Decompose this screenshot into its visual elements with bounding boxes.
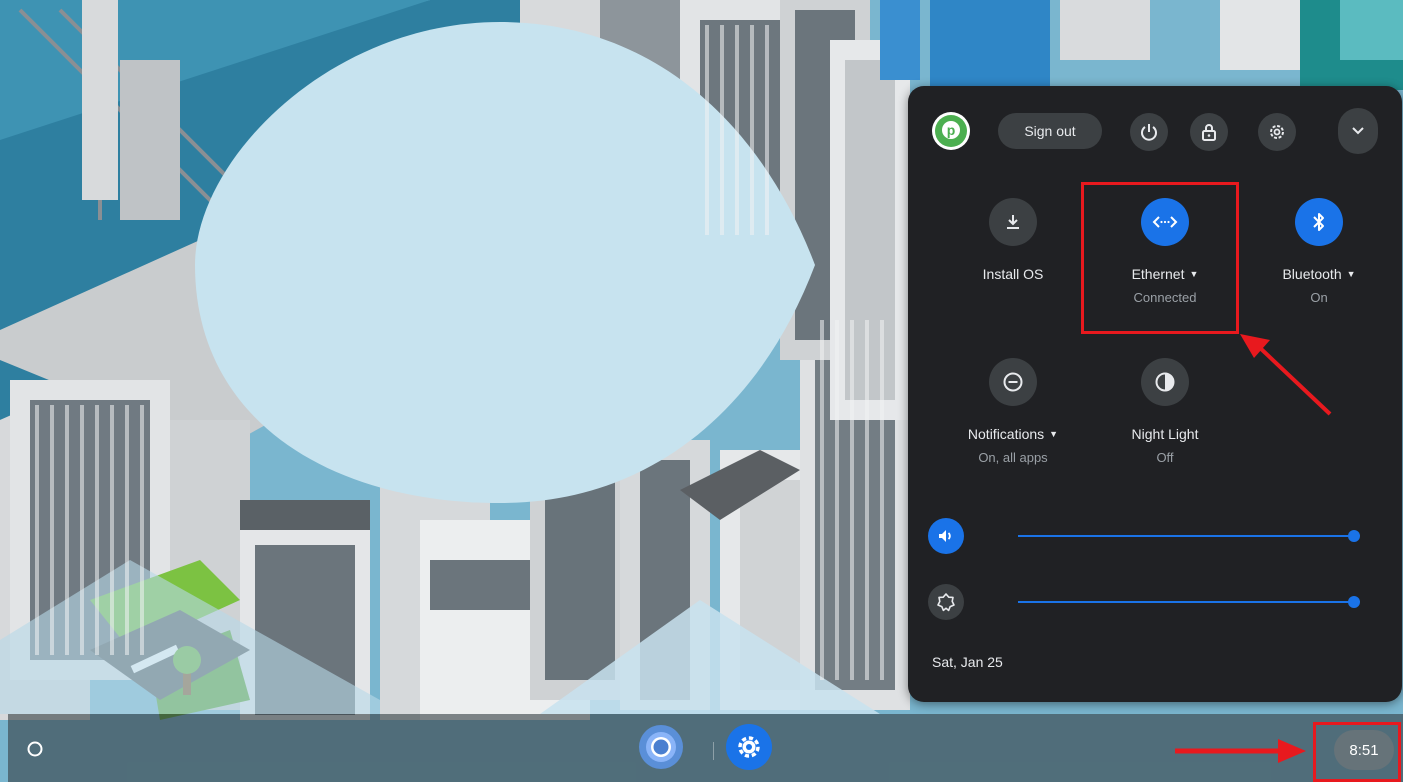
launcher-button[interactable] bbox=[20, 734, 50, 764]
do-not-disturb-icon bbox=[1003, 372, 1023, 392]
lock-button[interactable] bbox=[1190, 113, 1228, 151]
power-icon bbox=[1141, 124, 1157, 141]
date-button[interactable]: Sat, Jan 25 bbox=[932, 654, 1003, 670]
bluetooth-label: Bluetooth bbox=[1282, 266, 1342, 282]
user-avatar[interactable]: p bbox=[932, 112, 970, 150]
bluetooth-icon bbox=[1313, 213, 1324, 231]
lock-icon bbox=[1202, 124, 1216, 141]
volume-slider-row bbox=[928, 518, 1368, 554]
notifications-toggle[interactable] bbox=[989, 358, 1037, 406]
gear-icon bbox=[1270, 125, 1284, 139]
quick-settings-header: p Sign out bbox=[908, 86, 1402, 176]
brightness-slider-row bbox=[928, 584, 1368, 620]
volume-slider[interactable] bbox=[1018, 535, 1354, 537]
brightness-slider-thumb[interactable] bbox=[1348, 596, 1360, 608]
notifications-menu-caret-icon[interactable]: ▼ bbox=[1049, 429, 1058, 439]
ethernet-highlight-box bbox=[1081, 182, 1239, 334]
collapse-button[interactable] bbox=[1338, 108, 1378, 154]
shelf: 8:51 bbox=[8, 714, 1403, 782]
chrome-icon bbox=[639, 725, 683, 769]
volume-slider-thumb[interactable] bbox=[1348, 530, 1360, 542]
chevron-down-icon bbox=[1352, 127, 1364, 135]
night-light-status: Off bbox=[1156, 450, 1174, 465]
settings-app-icon bbox=[738, 736, 760, 758]
chrome-app[interactable] bbox=[638, 724, 684, 770]
volume-mute-button[interactable] bbox=[928, 518, 964, 554]
brightness-icon bbox=[937, 593, 955, 612]
notifications-label: Notifications bbox=[967, 426, 1045, 442]
clock-highlight-box bbox=[1313, 722, 1401, 782]
settings-button[interactable] bbox=[1258, 113, 1296, 151]
bluetooth-menu-caret-icon[interactable]: ▼ bbox=[1347, 269, 1356, 279]
bluetooth-toggle[interactable] bbox=[1295, 198, 1343, 246]
tile-bluetooth[interactable]: Bluetooth ▼ On bbox=[1244, 198, 1394, 305]
brightness-slider[interactable] bbox=[1018, 601, 1354, 603]
tile-notifications[interactable]: Notifications ▼ On, all apps bbox=[938, 358, 1088, 465]
brightness-button bbox=[928, 584, 964, 620]
svg-text:p: p bbox=[947, 122, 956, 138]
sign-out-button[interactable]: Sign out bbox=[998, 113, 1102, 149]
night-light-label: Night Light bbox=[1131, 426, 1199, 442]
notifications-status: On, all apps bbox=[978, 450, 1048, 465]
tile-night-light[interactable]: Night Light Off bbox=[1090, 358, 1240, 465]
avatar-logo-icon: p bbox=[935, 115, 967, 147]
bluetooth-status: On bbox=[1310, 290, 1328, 305]
launcher-icon bbox=[27, 741, 43, 757]
install-os-toggle[interactable] bbox=[989, 198, 1037, 246]
shelf-divider bbox=[713, 742, 714, 760]
quick-settings-panel: p Sign out Install OS Ethernet ▼ Connect… bbox=[908, 86, 1402, 702]
install-os-label: Install OS bbox=[982, 266, 1044, 282]
tile-install-os[interactable]: Install OS bbox=[938, 198, 1088, 282]
night-light-toggle[interactable] bbox=[1141, 358, 1189, 406]
download-icon bbox=[1007, 215, 1019, 229]
power-button[interactable] bbox=[1130, 113, 1168, 151]
settings-app[interactable] bbox=[726, 724, 772, 770]
sign-out-label: Sign out bbox=[1024, 123, 1076, 139]
night-light-icon bbox=[1155, 372, 1175, 392]
volume-icon bbox=[939, 530, 951, 542]
